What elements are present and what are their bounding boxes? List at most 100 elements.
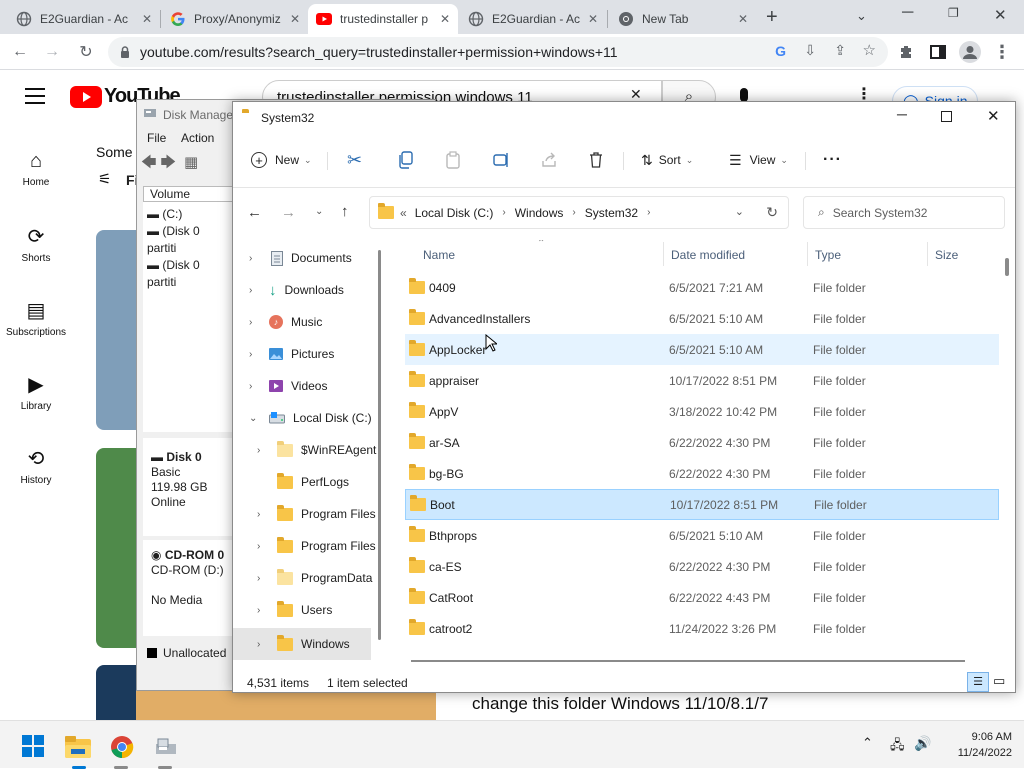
nav-item-perflogs[interactable]: PerfLogs (233, 466, 385, 498)
forward-icon[interactable]: → (38, 38, 66, 66)
more-options-icon[interactable]: ··· (823, 146, 842, 174)
chevron-right-icon[interactable]: › (572, 207, 575, 218)
close-icon[interactable]: ✕ (987, 107, 1000, 125)
file-row[interactable]: AppV 3/18/2022 10:42 PM File folder (405, 396, 999, 427)
forward-icon[interactable]: 🡆 (161, 154, 177, 171)
chevron-right-icon[interactable]: › (249, 381, 265, 392)
file-row[interactable]: 0409 6/5/2021 7:21 AM File folder (405, 272, 999, 303)
copy-icon[interactable] (397, 146, 413, 174)
bookmark-star-icon[interactable]: ☆ (863, 41, 876, 59)
volume-icon[interactable]: 🔊 (914, 735, 931, 752)
refresh-icon[interactable]: ↻ (766, 204, 778, 221)
chevron-right-icon[interactable]: › (249, 253, 265, 264)
search-box[interactable]: ⌕ Search System32 (803, 196, 1005, 229)
share-icon[interactable]: ⇪ (834, 42, 846, 59)
column-divider[interactable] (663, 242, 664, 266)
nav-item-documents[interactable]: › Documents (233, 242, 385, 274)
tab-e2guardian-2[interactable]: E2Guardian - Ac ✕ (460, 4, 606, 34)
nav-item-program-files-x86[interactable]: › Program Files (233, 530, 385, 562)
close-icon[interactable]: ✕ (440, 12, 450, 26)
close-icon[interactable]: ✕ (142, 12, 152, 26)
disk-0-panel[interactable]: ▬ Disk 0 Basic 119.98 GB Online (143, 438, 233, 536)
column-header-name[interactable]: Name (423, 248, 455, 262)
yt-nav-subscriptions[interactable]: ▤ Subscriptions (0, 298, 72, 338)
google-lens-icon[interactable]: G (775, 43, 786, 59)
yt-nav-shorts[interactable]: ⟳ Shorts (0, 224, 72, 264)
chevron-right-icon[interactable]: › (257, 605, 273, 616)
extensions-icon[interactable] (892, 38, 920, 66)
taskbar-file-explorer[interactable] (62, 731, 94, 763)
back-icon[interactable]: ← (6, 38, 34, 66)
share-icon[interactable] (541, 146, 557, 174)
chevron-right-icon[interactable]: › (257, 639, 273, 650)
details-view-icon[interactable]: ☰ (967, 672, 989, 692)
hamburger-menu-icon[interactable] (25, 88, 45, 104)
filters-icon[interactable]: ⚟ (98, 170, 111, 188)
overflow-chevron-icon[interactable]: « (400, 206, 407, 220)
chevron-right-icon[interactable]: › (257, 445, 273, 456)
horizontal-scrollbar[interactable] (411, 660, 965, 662)
chevron-right-icon[interactable]: › (257, 541, 273, 552)
tiles-view-icon[interactable]: ▭ (993, 673, 1005, 689)
nav-item-local-disk[interactable]: ⌄ Local Disk (C:) (233, 402, 385, 434)
video-title[interactable]: change this folder Windows 11/10/8.1/7 (472, 694, 768, 714)
tab-e2guardian-1[interactable]: E2Guardian - Ac ✕ (8, 4, 160, 34)
file-row[interactable]: CatRoot 6/22/2022 4:43 PM File folder (405, 582, 999, 613)
chevron-right-icon[interactable]: › (249, 317, 265, 328)
rename-icon[interactable] (493, 146, 511, 174)
vertical-scrollbar[interactable] (1005, 258, 1009, 276)
sort-button[interactable]: ⇅ Sort ⌄ (641, 146, 693, 174)
reload-icon[interactable]: ↻ (72, 38, 100, 66)
chevron-right-icon[interactable]: › (249, 349, 265, 360)
network-icon[interactable]: 🖧 (890, 736, 905, 758)
file-row[interactable]: ar-SA 6/22/2022 4:30 PM File folder (405, 427, 999, 458)
up-icon[interactable]: ↑ (341, 203, 349, 220)
tab-new-tab[interactable]: New Tab ✕ (610, 4, 756, 34)
back-icon[interactable]: 🡄 (141, 154, 157, 171)
recent-chevron-icon[interactable]: ⌄ (315, 206, 323, 217)
column-header-type[interactable]: Type (815, 248, 841, 262)
back-icon[interactable]: ← (247, 204, 262, 221)
file-row[interactable]: bg-BG 6/22/2022 4:30 PM File folder (405, 458, 999, 489)
address-dropdown-icon[interactable]: ⌄ (735, 205, 744, 218)
chevron-right-icon[interactable]: › (249, 285, 265, 296)
chevron-right-icon[interactable]: › (647, 207, 650, 218)
column-volume[interactable]: Volume (143, 186, 233, 202)
file-row[interactable]: AdvancedInstallers 6/5/2021 5:10 AM File f… (405, 303, 999, 334)
nav-item-users[interactable]: › Users (233, 594, 385, 626)
file-row[interactable]: Bthprops 6/5/2021 5:10 AM File folder (405, 520, 999, 551)
menu-action[interactable]: Action (181, 131, 214, 145)
taskbar-chrome[interactable] (106, 731, 138, 763)
video-thumbnail-2[interactable] (96, 448, 136, 648)
nav-item-music[interactable]: › ♪ Music (233, 306, 385, 338)
cdrom-panel[interactable]: ◉ CD-ROM 0 CD-ROM (D:) No Media (143, 540, 233, 636)
paste-icon[interactable] (445, 146, 461, 174)
minimize-icon[interactable]: ─ (897, 106, 907, 122)
breadcrumb-windows[interactable]: Windows (515, 206, 564, 220)
nav-item-pictures[interactable]: › Pictures (233, 338, 385, 370)
chevron-right-icon[interactable]: › (257, 573, 273, 584)
column-header-date[interactable]: Date modified (671, 248, 745, 262)
volume-row[interactable]: ▬ (Disk 0 partiti (147, 257, 229, 291)
view-button[interactable]: ☰ View ⌄ (729, 146, 788, 174)
side-panel-icon[interactable] (924, 38, 952, 66)
close-window-icon[interactable]: ✕ (994, 6, 1007, 24)
tab-youtube-active[interactable]: trustedinstaller p ✕ (308, 4, 458, 34)
column-header-size[interactable]: Size (935, 248, 958, 262)
tray-chevron-up-icon[interactable]: ⌃ (862, 735, 873, 751)
yt-nav-library[interactable]: ▶ Library (0, 372, 72, 412)
nav-item-windows[interactable]: › Windows (233, 628, 371, 660)
column-divider[interactable] (807, 242, 808, 266)
video-thumbnail-1[interactable] (96, 230, 136, 430)
start-button[interactable] (22, 735, 44, 757)
file-row[interactable]: ca-ES 6/22/2022 4:30 PM File folder (405, 551, 999, 582)
omnibox[interactable]: youtube.com/results?search_query=trusted… (108, 37, 888, 67)
chevron-down-icon[interactable]: ⌄ (249, 413, 265, 424)
delete-icon[interactable] (589, 146, 603, 174)
close-icon[interactable]: ✕ (588, 12, 598, 26)
breadcrumb-system32[interactable]: System32 (585, 206, 638, 220)
install-icon[interactable]: ⇩ (804, 42, 816, 59)
column-divider[interactable] (927, 242, 928, 266)
maximize-icon[interactable] (941, 111, 952, 122)
chevron-right-icon[interactable]: › (502, 207, 505, 218)
